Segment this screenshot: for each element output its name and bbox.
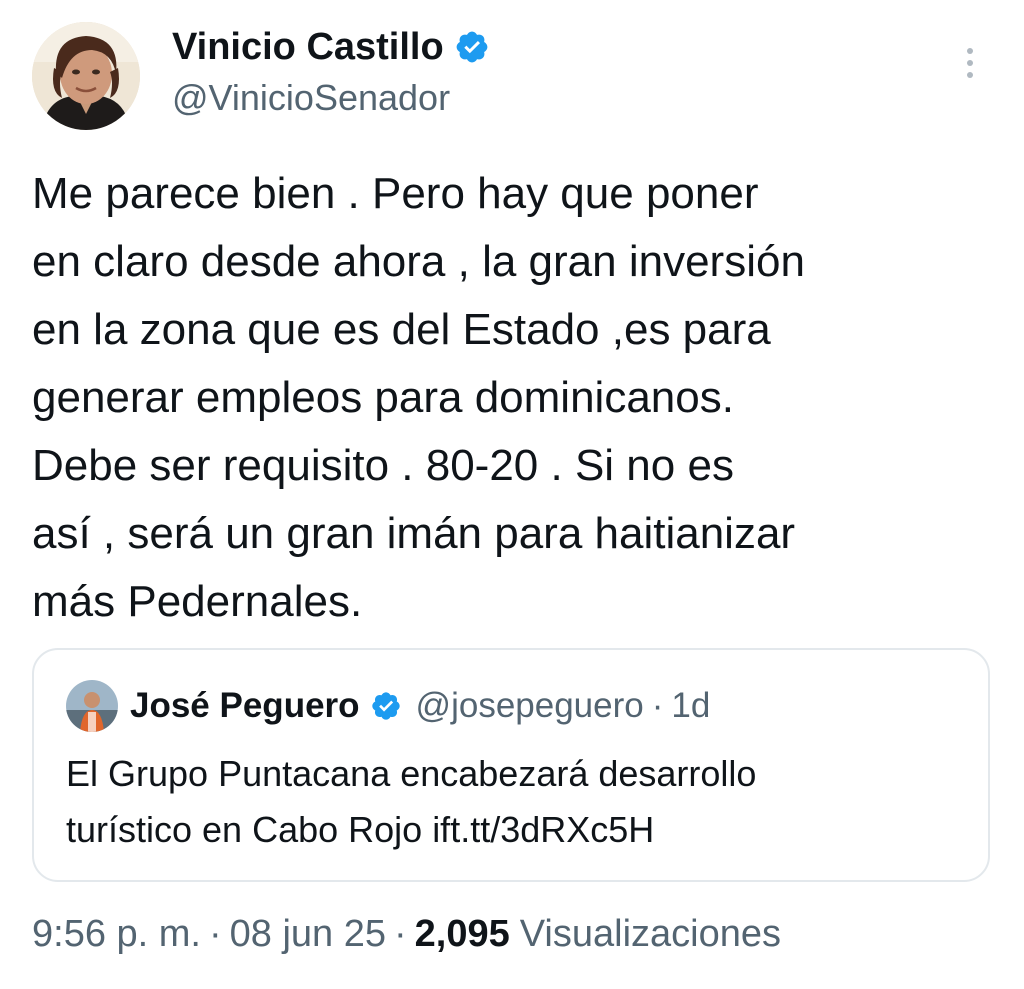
tweet-date[interactable]: 08 jun 25 [230,913,386,956]
meta-separator: · [208,912,222,955]
author-display-name[interactable]: Vinicio Castillo [172,24,444,70]
quoted-tweet-header: José Peguero @josepeguero · 1d [66,680,710,732]
verified-badge-icon [371,692,400,720]
avatar-photo-icon [32,22,140,130]
views-label: Visualizaciones [519,912,781,955]
quoted-timestamp[interactable]: 1d [671,686,710,726]
meta-separator: · [394,912,407,955]
more-vertical-icon[interactable] [956,44,984,88]
quoted-author-name[interactable]: José Peguero [130,686,360,726]
quoted-separator: · [651,686,664,725]
author-avatar[interactable] [32,22,140,130]
quoted-author-handle[interactable]: @josepeguero [416,686,644,726]
tweet-meta: 9:56 p. m. · 08 jun 25 · 2,095 Visualiza… [32,906,781,962]
quoted-tweet-card[interactable]: José Peguero @josepeguero · 1d El Grupo … [32,648,990,882]
tweet: Vinicio Castillo @VinicioSenador Me pare… [0,0,1024,989]
author-handle[interactable]: @VinicioSenador [172,76,450,120]
tweet-text: Me parece bien . Pero hay que poner en c… [32,169,805,626]
author-name-row: Vinicio Castillo [172,24,490,70]
quoted-tweet-text: El Grupo Puntacana encabezará desarrollo… [66,753,757,850]
views-count: 2,095 [414,912,510,955]
quoted-avatar-photo-icon [66,680,118,732]
tweet-time[interactable]: 9:56 p. m. [32,913,201,956]
verified-badge-icon [456,31,488,63]
quoted-author-avatar[interactable] [66,680,118,732]
